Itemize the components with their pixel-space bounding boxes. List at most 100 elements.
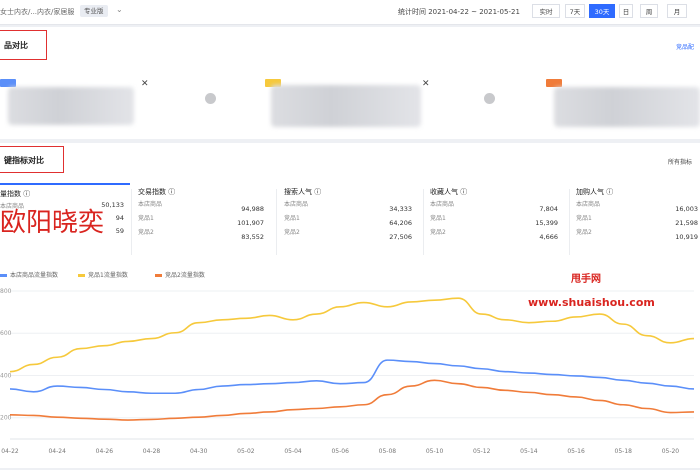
row-label: 本店商品 (576, 201, 601, 208)
divider (276, 189, 277, 255)
x-tick-label: 04-24 (48, 448, 66, 455)
watermark-site-url: www.shuaishou.com (528, 296, 655, 309)
y-tick-label: 400 (0, 372, 12, 379)
x-tick-label: 05-18 (615, 448, 633, 455)
metric-card-cart[interactable]: 加购人气 ⓘ 本店商品 竞品1 竞品2 16,003 21,598 10,919 (570, 183, 700, 260)
metric-card-favorites[interactable]: 收藏人气 ⓘ 本店商品 竞品1 竞品2 7,804 15,399 4,666 (424, 183, 564, 260)
time-btn-month[interactable]: 月 (667, 4, 687, 18)
product-tag-own (0, 79, 16, 87)
metric-value: 64,206 (389, 219, 412, 227)
metric-value: 21,598 (675, 219, 698, 227)
section-title-product-compare: 品对比 (4, 41, 28, 50)
row-label: 竞品2 (284, 229, 300, 236)
row-label: 本店商品 (284, 201, 309, 208)
time-btn-week[interactable]: 周 (640, 4, 658, 18)
chevron-down-icon[interactable]: ⌄ (116, 5, 123, 14)
legend-competitor-1[interactable]: 竞品1流量指数 (78, 270, 128, 279)
metric-cards: 量指数 ⓘ 本店商品 50,133 94 59 交易指数 ⓘ 本店商品 竞品1 … (0, 183, 700, 261)
product-image-blurred (271, 85, 421, 127)
legend-swatch (155, 274, 162, 277)
category-breadcrumb[interactable]: 女士内衣/...内衣/家居服 (0, 7, 74, 17)
series-line-2[interactable] (9, 379, 695, 421)
x-tick-label: 04-22 (1, 448, 19, 455)
legend-own[interactable]: 本店商品流量指数 (0, 270, 58, 279)
legend-label: 竞品1流量指数 (88, 272, 128, 279)
x-tick-label: 04-28 (143, 448, 161, 455)
metric-name: 量指数 ⓘ (0, 190, 31, 198)
metric-value: 94,988 (241, 205, 264, 213)
time-btn-7d[interactable]: 7天 (565, 4, 585, 18)
row-label: 本店商品 (430, 201, 455, 208)
x-tick-label: 05-08 (379, 448, 397, 455)
metric-name: 搜索人气 ⓘ (284, 188, 322, 196)
product-image-blurred (554, 87, 700, 127)
traffic-trend-chart[interactable]: 800 600 400 200 04-22 04-24 04-26 04-28 04-30 05-… (0, 283, 700, 468)
edition-badge: 专业版 (80, 5, 108, 17)
y-tick-label: 800 (0, 288, 12, 295)
metric-value: 101,907 (237, 219, 264, 227)
metric-value: 59 (115, 227, 124, 235)
product-image-blurred (8, 87, 134, 125)
metric-value: 7,804 (539, 205, 558, 213)
metric-value: 10,919 (675, 233, 698, 241)
product-card-own[interactable]: ✕ (0, 79, 150, 139)
product-card-competitor-2[interactable] (546, 79, 700, 139)
time-btn-30d[interactable]: 30天 (589, 4, 615, 18)
metric-value: 50,133 (101, 201, 124, 209)
metric-card-search[interactable]: 搜索人气 ⓘ 本店商品 竞品1 竞品2 34,333 64,206 27,506 (278, 183, 418, 260)
row-label: 竞品1 (284, 215, 300, 222)
x-tick-label: 05-10 (426, 448, 444, 455)
legend-swatch (78, 274, 85, 277)
metric-name: 加购人气 ⓘ (576, 188, 614, 196)
legend-label: 本店商品流量指数 (10, 272, 59, 279)
y-tick-label: 200 (0, 415, 12, 422)
metric-card-trade[interactable]: 交易指数 ⓘ 本店商品 竞品1 竞品2 94,988 101,907 83,55… (132, 183, 270, 260)
row-label: 竞品2 (576, 229, 592, 236)
placeholder-dot (484, 93, 495, 104)
x-tick-label: 05-14 (520, 448, 538, 455)
legend-swatch (0, 274, 7, 277)
metric-value: 27,506 (389, 233, 412, 241)
row-label: 竞品2 (430, 229, 446, 236)
metric-value: 15,399 (535, 219, 558, 227)
row-label: 竞品1 (138, 215, 154, 222)
series-line-0[interactable] (9, 359, 695, 395)
watermark-site-cn: 甩手网 (571, 274, 601, 285)
time-btn-day[interactable]: 日 (619, 4, 633, 18)
product-compare-panel: 品对比 竞品配 ✕ ✕ (0, 27, 700, 139)
metric-value: 94 (115, 214, 124, 222)
competitor-config-link[interactable]: 竞品配 (676, 42, 694, 51)
metric-value: 16,003 (675, 205, 698, 213)
series-line-1[interactable] (9, 297, 695, 373)
all-metrics-link[interactable]: 所有指标 (668, 157, 692, 166)
x-tick-label: 04-26 (96, 448, 114, 455)
x-tick-label: 04-30 (190, 448, 208, 455)
metric-value: 83,552 (241, 233, 264, 241)
x-tick-label: 05-04 (284, 448, 302, 455)
top-bar: 女士内衣/...内衣/家居服 专业版 ⌄ 统计时间 2021-04-22 ~ 2… (0, 0, 700, 25)
section-title-metric-compare: 键指标对比 (4, 156, 44, 165)
stat-time-range: 统计时间 2021-04-22 ~ 2021-05-21 (398, 8, 520, 16)
x-tick-label: 05-06 (331, 448, 349, 455)
close-icon[interactable]: ✕ (422, 79, 430, 89)
y-tick-label: 600 (0, 330, 12, 337)
metric-name: 交易指数 ⓘ (138, 188, 176, 196)
metric-name: 收藏人气 ⓘ (430, 188, 468, 196)
placeholder-dot (205, 93, 216, 104)
metric-value: 4,666 (539, 233, 558, 241)
row-label: 本店商品 (138, 201, 163, 208)
close-icon[interactable]: ✕ (141, 79, 149, 89)
time-btn-realtime[interactable]: 实时 (532, 4, 560, 18)
legend-competitor-2[interactable]: 竞品2流量指数 (155, 270, 205, 279)
metric-value: 34,333 (389, 205, 412, 213)
row-label: 竞品2 (138, 229, 154, 236)
product-card-competitor-1[interactable]: ✕ (265, 79, 435, 139)
legend-label: 竞品2流量指数 (165, 272, 205, 279)
x-tick-label: 05-12 (473, 448, 491, 455)
x-tick-label: 05-02 (237, 448, 255, 455)
row-label: 竞品1 (430, 215, 446, 222)
x-tick-label: 05-20 (662, 448, 680, 455)
watermark-name: 欧阳晓奕 (0, 208, 105, 238)
x-tick-label: 05-16 (567, 448, 585, 455)
row-label: 竞品1 (576, 215, 592, 222)
